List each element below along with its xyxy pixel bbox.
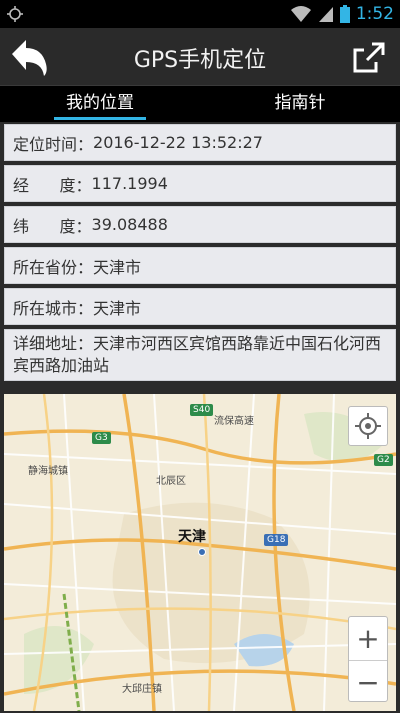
zoom-in-button[interactable]: + <box>349 617 387 660</box>
tab-bar: 我的位置 指南针 <box>0 86 400 122</box>
status-bar: 1:52 <box>0 0 400 28</box>
city-label: 所在城市： <box>13 298 94 318</box>
longitude-value: 117.1994 <box>91 174 168 193</box>
map-label-jinghai: 静海城镇 <box>28 466 68 477</box>
map-shield-s40: S40 <box>190 404 214 416</box>
latitude-value: 39.08488 <box>91 215 168 234</box>
longitude-label: 经 度： <box>13 175 92 195</box>
tab-my-location[interactable]: 我的位置 <box>0 86 200 122</box>
map-label-beichen: 北辰区 <box>156 476 186 487</box>
crosshair-icon <box>355 413 381 439</box>
map-shield-g18: G18 <box>264 534 289 546</box>
status-time: 1:52 <box>355 4 394 24</box>
locate-time-value: 2016-12-22 13:52:27 <box>93 133 263 152</box>
status-right: 1:52 <box>290 0 394 28</box>
tab-compass[interactable]: 指南针 <box>200 86 400 122</box>
row-city: 所在城市： 天津市 <box>4 288 396 325</box>
row-province: 所在省份： 天津市 <box>4 247 396 284</box>
address-text: 详细地址：天津市河西区宾馆西路靠近中国石化河西宾西路加油站 <box>13 333 387 377</box>
map-zoom-control: + − <box>348 616 388 702</box>
province-label: 所在省份： <box>13 257 94 277</box>
map-location-marker <box>198 548 206 556</box>
row-latitude: 纬 度： 39.08488 <box>4 206 396 243</box>
latitude-label: 纬 度： <box>13 216 92 236</box>
battery-icon <box>339 5 350 23</box>
map-label-daqiu: 大邱庄镇 <box>122 684 162 695</box>
wifi-icon <box>290 6 311 22</box>
row-address: 详细地址：天津市河西区宾馆西路靠近中国石化河西宾西路加油站 <box>4 329 396 381</box>
info-list: 定位时间： 2016-12-22 13:52:27 经 度： 117.1994 … <box>0 124 400 385</box>
address-label: 详细地址： <box>13 334 94 353</box>
map-view[interactable]: G3 S40 G2 G18 流保高速 北辰区 静海城镇 大邱庄镇 天津 + − <box>4 394 396 711</box>
signal-icon <box>318 7 333 22</box>
locate-time-label: 定位时间： <box>13 134 94 154</box>
map-locate-button[interactable] <box>348 406 388 446</box>
gps-status-icon <box>7 6 23 22</box>
app-root: 1:52 GPS手机定位 我的位置 指南针 定位时间： 2016-12-22 1… <box>0 0 400 713</box>
map-label-road: 流保高速 <box>214 416 254 427</box>
province-value: 天津市 <box>93 257 142 277</box>
page-title: GPS手机定位 <box>133 48 267 73</box>
action-bar: GPS手机定位 <box>0 28 400 86</box>
row-longitude: 经 度： 117.1994 <box>4 165 396 202</box>
map-shield-g2: G2 <box>374 454 393 466</box>
row-locate-time: 定位时间： 2016-12-22 13:52:27 <box>4 124 396 161</box>
map-city-label: 天津 <box>178 529 206 545</box>
share-icon[interactable] <box>350 38 388 76</box>
zoom-out-button[interactable]: − <box>349 660 387 703</box>
map-shield-g3: G3 <box>92 432 111 444</box>
city-value: 天津市 <box>93 298 142 318</box>
